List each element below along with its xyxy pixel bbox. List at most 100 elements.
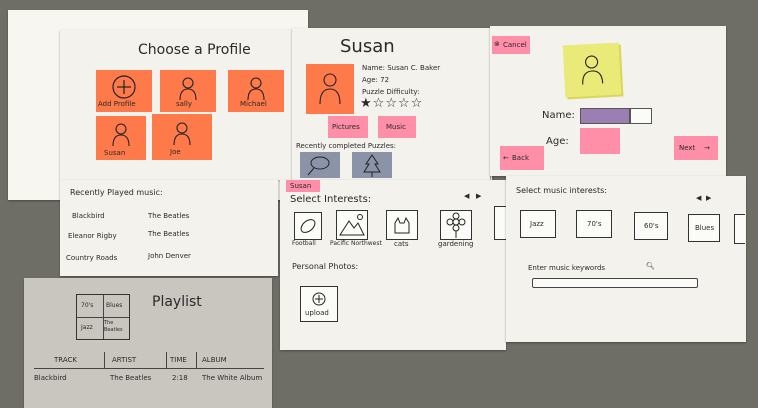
back-button[interactable]: ← Back (500, 146, 544, 170)
keywords-input[interactable] (532, 278, 698, 288)
music-button[interactable]: Music (378, 116, 416, 138)
football-icon (307, 156, 330, 176)
profile-full-name: Name: Susan C. Baker (362, 64, 441, 72)
profile-label: Susan (104, 149, 126, 157)
scroll-right-icon[interactable]: ▶ (476, 192, 481, 200)
playlist-panel: Playlist 70's Blues Jazz The Beatles TRA… (24, 278, 272, 408)
playlist-title: Playlist (152, 294, 202, 310)
interests-panel: Susan Select Interests: ◀ ▶ Football Pac… (280, 180, 509, 350)
name-field-end[interactable] (630, 108, 652, 124)
name-label: Name: (542, 110, 575, 121)
song-title[interactable]: Country Roads (66, 254, 117, 262)
header-underline (34, 368, 264, 369)
table-row[interactable]: Blackbird The Beatles 2:18 The White Alb… (24, 372, 272, 386)
age-label: Age: (546, 136, 569, 147)
song-artist: John Denver (148, 252, 191, 260)
profile-tile-michael[interactable]: Michael (228, 70, 284, 112)
song-artist: The Beatles (148, 230, 190, 238)
scroll-left-icon[interactable]: ◀ (696, 194, 701, 202)
interest-tile-football[interactable] (294, 212, 322, 240)
pictures-button[interactable]: Pictures (328, 116, 368, 138)
difficulty-stars[interactable]: ★☆☆☆☆ (360, 96, 423, 111)
section-title: Select Interests: (290, 194, 372, 205)
upload-label: upload (305, 309, 329, 317)
search-icon: 🔍︎ (646, 262, 655, 270)
star-filled-icon[interactable]: ★ (360, 96, 373, 111)
interest-label: Pacific Northwest (330, 240, 382, 247)
name-field[interactable] (580, 108, 630, 124)
profile-name-title: Susan (340, 36, 395, 57)
profile-tag: Susan (286, 180, 320, 192)
upload-button[interactable]: upload (300, 286, 338, 322)
interest-label: gardening (438, 240, 474, 248)
genre-tile[interactable]: 70's (576, 210, 612, 238)
star-empty-icon[interactable]: ☆ (373, 96, 386, 111)
genre-tile[interactable]: 60's (634, 212, 668, 240)
star-empty-icon[interactable]: ☆ (411, 96, 424, 111)
profile-label: sally (176, 100, 192, 108)
column-header: TRACK (54, 356, 77, 364)
cancel-button[interactable]: ⊗ Cancel (492, 36, 530, 54)
person-icon (319, 73, 341, 105)
back-arrow-icon: ← (503, 154, 509, 162)
playlist-cover: 70's Blues Jazz The Beatles (76, 294, 130, 340)
profile-detail-panel: Susan Name: Susan C. Baker Age: 72 Puzzl… (292, 28, 492, 180)
scroll-right-icon[interactable]: ▶ (706, 194, 711, 202)
genre-tile[interactable]: Jazz (520, 210, 556, 238)
profile-tile-sally[interactable]: sally (160, 70, 216, 112)
divider (166, 352, 167, 368)
scroll-left-icon[interactable]: ◀ (464, 192, 469, 200)
interest-label: Football (292, 240, 316, 247)
new-profile-panel: ⊗ Cancel Name: Age: ← Back Next → (490, 26, 726, 176)
forward-arrow-icon: → (704, 144, 710, 152)
column-header: ALBUM (202, 356, 227, 364)
section-title: Select music interests: (516, 186, 607, 195)
mountain-icon (339, 214, 365, 236)
star-empty-icon[interactable]: ☆ (398, 96, 411, 111)
add-profile-tile[interactable]: Add Profile (96, 70, 152, 112)
divider (104, 352, 105, 368)
close-icon: ⊗ (494, 40, 500, 48)
song-title[interactable]: Blackbird (72, 212, 105, 220)
section-title: Personal Photos: (292, 262, 359, 271)
star-empty-icon[interactable]: ☆ (385, 96, 398, 111)
divider (196, 352, 197, 368)
keywords-label: Enter music keywords (528, 264, 606, 272)
section-title: Recently Played music: (70, 188, 163, 197)
puzzle-thumbnail-tree[interactable] (352, 152, 392, 178)
profile-age: Age: 72 (362, 76, 390, 84)
song-title[interactable]: Eleanor Rigby (68, 232, 117, 240)
profile-photo (306, 64, 354, 114)
age-field[interactable] (580, 128, 620, 154)
interest-tile-pacific-northwest[interactable] (336, 210, 368, 240)
flower-icon (446, 212, 466, 238)
avatar-placeholder[interactable] (562, 42, 622, 98)
divider (77, 317, 129, 318)
song-artist: The Beatles (148, 212, 190, 220)
interest-label: cats (394, 240, 409, 248)
column-header: ARTIST (112, 356, 137, 364)
difficulty-label: Puzzle Difficulty: (362, 88, 420, 96)
next-button[interactable]: Next → (674, 136, 718, 160)
profile-label: Joe (170, 148, 181, 156)
genre-tile[interactable]: Blues (688, 214, 720, 242)
person-icon (173, 122, 191, 146)
puzzle-thumbnail-football[interactable] (300, 152, 340, 178)
interest-tile-cats[interactable] (386, 210, 418, 240)
profile-tile-joe[interactable]: Joe (152, 114, 212, 160)
profile-label: Add Profile (98, 100, 136, 108)
column-header: TIME (170, 356, 187, 364)
person-icon (582, 55, 604, 85)
recent-puzzles-label: Recently completed Puzzles: (296, 142, 397, 150)
cat-icon (394, 216, 410, 234)
interest-tile-gardening[interactable] (440, 210, 472, 240)
genre-tile-partial[interactable] (734, 214, 745, 244)
tree-icon (363, 154, 381, 177)
choose-profile-panel: Choose a Profile Add Profile sally Micha… (60, 30, 292, 180)
profile-tile-susan[interactable]: Susan (96, 116, 146, 160)
recent-music-panel: Recently Played music: Blackbird The Bea… (60, 180, 278, 276)
music-interests-panel: Select music interests: ◀ ▶ Jazz 70's 60… (506, 176, 746, 342)
football-icon (300, 219, 316, 233)
page-title: Choose a Profile (138, 42, 251, 58)
profile-label: Michael (240, 100, 267, 108)
